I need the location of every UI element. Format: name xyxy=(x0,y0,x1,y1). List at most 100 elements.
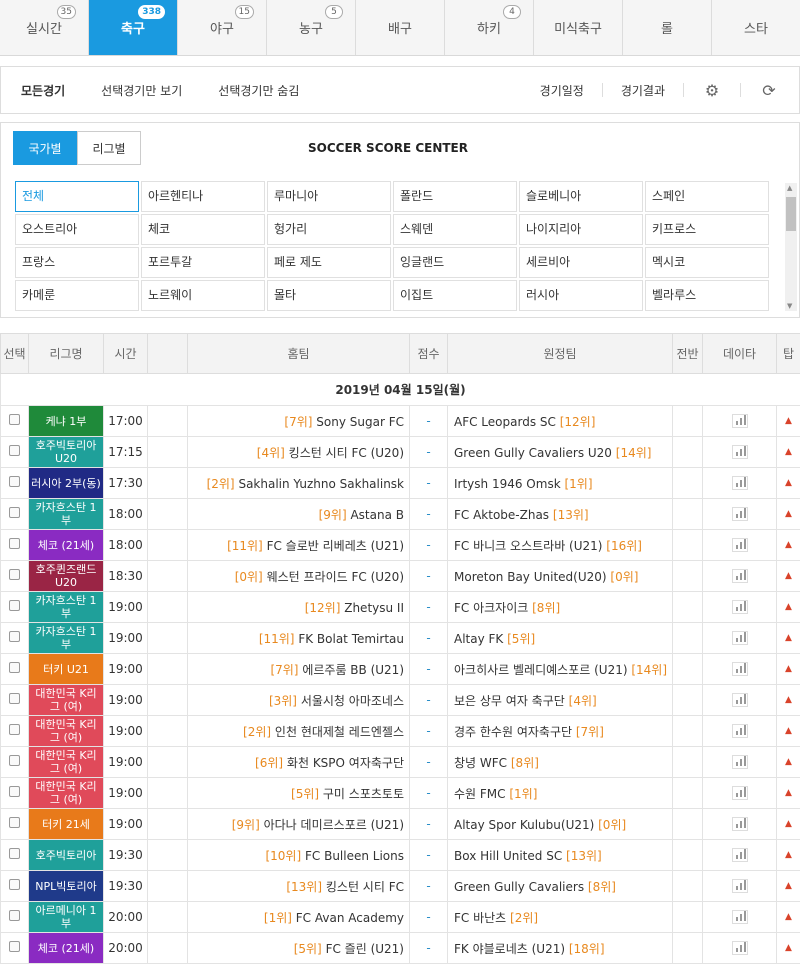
away-team[interactable]: AFC Leopards SC [12위] xyxy=(448,406,673,437)
league-badge[interactable]: 대한민국 K리그 (여) xyxy=(29,716,104,747)
away-team[interactable]: FC 바니크 오스트라바 (U21) [16위] xyxy=(448,530,673,561)
stats-chart-icon[interactable] xyxy=(732,507,748,521)
league-badge[interactable]: 체코 (21세) xyxy=(29,933,104,964)
league-badge[interactable]: 호주빅토리아 xyxy=(29,840,104,871)
country-item[interactable]: 카메룬 xyxy=(15,280,139,311)
home-team[interactable]: [7위] Sony Sugar FC xyxy=(188,406,410,437)
stats-chart-icon[interactable] xyxy=(732,631,748,645)
league-badge[interactable]: 카자흐스탄 1부 xyxy=(29,499,104,530)
country-item[interactable]: 잉글랜드 xyxy=(393,247,517,278)
country-item[interactable]: 몰타 xyxy=(267,280,391,311)
away-team[interactable]: Box Hill United SC [13위] xyxy=(448,840,673,871)
country-item[interactable]: 스페인 xyxy=(645,181,769,212)
stats-chart-icon[interactable] xyxy=(732,848,748,862)
stats-chart-icon[interactable] xyxy=(732,445,748,459)
home-team[interactable]: [2위] Sakhalin Yuzhno Sakhalinsk xyxy=(188,468,410,499)
country-item[interactable]: 세르비아 xyxy=(519,247,643,278)
country-item[interactable]: 체코 xyxy=(141,214,265,245)
select-checkbox[interactable] xyxy=(9,569,20,580)
pin-top-icon[interactable]: ▲ xyxy=(777,685,800,716)
stats-chart-icon[interactable] xyxy=(732,817,748,831)
league-badge[interactable]: 호주퀸즈랜드 U20 xyxy=(29,561,104,592)
select-checkbox[interactable] xyxy=(9,941,20,952)
pin-top-icon[interactable]: ▲ xyxy=(777,437,800,468)
tab-sport[interactable]: 롤 xyxy=(623,0,712,55)
league-badge[interactable]: 터키 21세 xyxy=(29,809,104,840)
select-checkbox[interactable] xyxy=(9,631,20,642)
away-team[interactable]: Green Gully Cavaliers U20 [14위] xyxy=(448,437,673,468)
home-team[interactable]: [6위] 화천 KSPO 여자축구단 xyxy=(188,747,410,778)
country-item[interactable]: 멕시코 xyxy=(645,247,769,278)
away-team[interactable]: Irtysh 1946 Omsk [1위] xyxy=(448,468,673,499)
scroll-thumb[interactable] xyxy=(786,197,796,231)
pin-top-icon[interactable]: ▲ xyxy=(777,468,800,499)
select-checkbox[interactable] xyxy=(9,600,20,611)
stats-chart-icon[interactable] xyxy=(732,476,748,490)
league-badge[interactable]: 대한민국 K리그 (여) xyxy=(29,685,104,716)
pin-top-icon[interactable]: ▲ xyxy=(777,933,800,964)
tab-sport[interactable]: 배구 xyxy=(356,0,445,55)
country-item[interactable]: 키프로스 xyxy=(645,214,769,245)
select-checkbox[interactable] xyxy=(9,693,20,704)
pin-top-icon[interactable]: ▲ xyxy=(777,654,800,685)
scroll-down-icon[interactable]: ▼ xyxy=(787,302,792,310)
pin-top-icon[interactable]: ▲ xyxy=(777,871,800,902)
select-checkbox[interactable] xyxy=(9,879,20,890)
select-checkbox[interactable] xyxy=(9,414,20,425)
pin-top-icon[interactable]: ▲ xyxy=(777,747,800,778)
pin-top-icon[interactable]: ▲ xyxy=(777,592,800,623)
stats-chart-icon[interactable] xyxy=(732,724,748,738)
away-team[interactable]: FC Aktobe-Zhas [13위] xyxy=(448,499,673,530)
home-team[interactable]: [5위] 구미 스포츠토토 xyxy=(188,778,410,809)
away-team[interactable]: Altay Spor Kulubu(U21) [0위] xyxy=(448,809,673,840)
stats-chart-icon[interactable] xyxy=(732,414,748,428)
home-team[interactable]: [11위] FK Bolat Temirtau xyxy=(188,623,410,654)
away-team[interactable]: Altay FK [5위] xyxy=(448,623,673,654)
away-team[interactable]: 수원 FMC [1위] xyxy=(448,778,673,809)
pin-top-icon[interactable]: ▲ xyxy=(777,499,800,530)
home-team[interactable]: [1위] FC Avan Academy xyxy=(188,902,410,933)
stats-chart-icon[interactable] xyxy=(732,910,748,924)
pin-top-icon[interactable]: ▲ xyxy=(777,778,800,809)
country-item[interactable]: 폴란드 xyxy=(393,181,517,212)
league-badge[interactable]: 체코 (21세) xyxy=(29,530,104,561)
results-link[interactable]: 경기결과 xyxy=(621,82,665,99)
league-badge[interactable]: 러시아 2부(동) xyxy=(29,468,104,499)
schedule-link[interactable]: 경기일정 xyxy=(540,82,584,99)
select-checkbox[interactable] xyxy=(9,848,20,859)
select-checkbox[interactable] xyxy=(9,724,20,735)
country-item[interactable]: 러시아 xyxy=(519,280,643,311)
pin-top-icon[interactable]: ▲ xyxy=(777,809,800,840)
away-team[interactable]: 창녕 WFC [8위] xyxy=(448,747,673,778)
country-item[interactable]: 벨라루스 xyxy=(645,280,769,311)
home-team[interactable]: [4위] 킹스턴 시티 FC (U20) xyxy=(188,437,410,468)
away-team[interactable]: Green Gully Cavaliers [8위] xyxy=(448,871,673,902)
league-badge[interactable]: NPL빅토리아 xyxy=(29,871,104,902)
country-item[interactable]: 이집트 xyxy=(393,280,517,311)
select-checkbox[interactable] xyxy=(9,755,20,766)
select-checkbox[interactable] xyxy=(9,538,20,549)
away-team[interactable]: 경주 한수원 여자축구단 [7위] xyxy=(448,716,673,747)
league-badge[interactable]: 대한민국 K리그 (여) xyxy=(29,747,104,778)
stats-chart-icon[interactable] xyxy=(732,693,748,707)
pin-top-icon[interactable]: ▲ xyxy=(777,530,800,561)
select-checkbox[interactable] xyxy=(9,476,20,487)
pin-top-icon[interactable]: ▲ xyxy=(777,840,800,871)
home-team[interactable]: [9위] Astana B xyxy=(188,499,410,530)
pin-top-icon[interactable]: ▲ xyxy=(777,561,800,592)
away-team[interactable]: 보은 상무 여자 축구단 [4위] xyxy=(448,685,673,716)
stats-chart-icon[interactable] xyxy=(732,662,748,676)
filter-hide-selected[interactable]: 선택경기만 숨김 xyxy=(218,82,299,99)
scrollbar[interactable]: ▲ ▼ xyxy=(785,183,797,311)
stats-chart-icon[interactable] xyxy=(732,879,748,893)
away-team[interactable]: FC 아크자이크 [8위] xyxy=(448,592,673,623)
select-checkbox[interactable] xyxy=(9,507,20,518)
filter-show-selected[interactable]: 선택경기만 보기 xyxy=(101,82,182,99)
home-team[interactable]: [0위] 웨스턴 프라이드 FC (U20) xyxy=(188,561,410,592)
stats-chart-icon[interactable] xyxy=(732,941,748,955)
league-badge[interactable]: 대한민국 K리그 (여) xyxy=(29,778,104,809)
league-badge[interactable]: 카자흐스탄 1부 xyxy=(29,623,104,654)
away-team[interactable]: FC 바난츠 [2위] xyxy=(448,902,673,933)
stats-chart-icon[interactable] xyxy=(732,538,748,552)
tab-sport[interactable]: 야구15 xyxy=(178,0,267,55)
